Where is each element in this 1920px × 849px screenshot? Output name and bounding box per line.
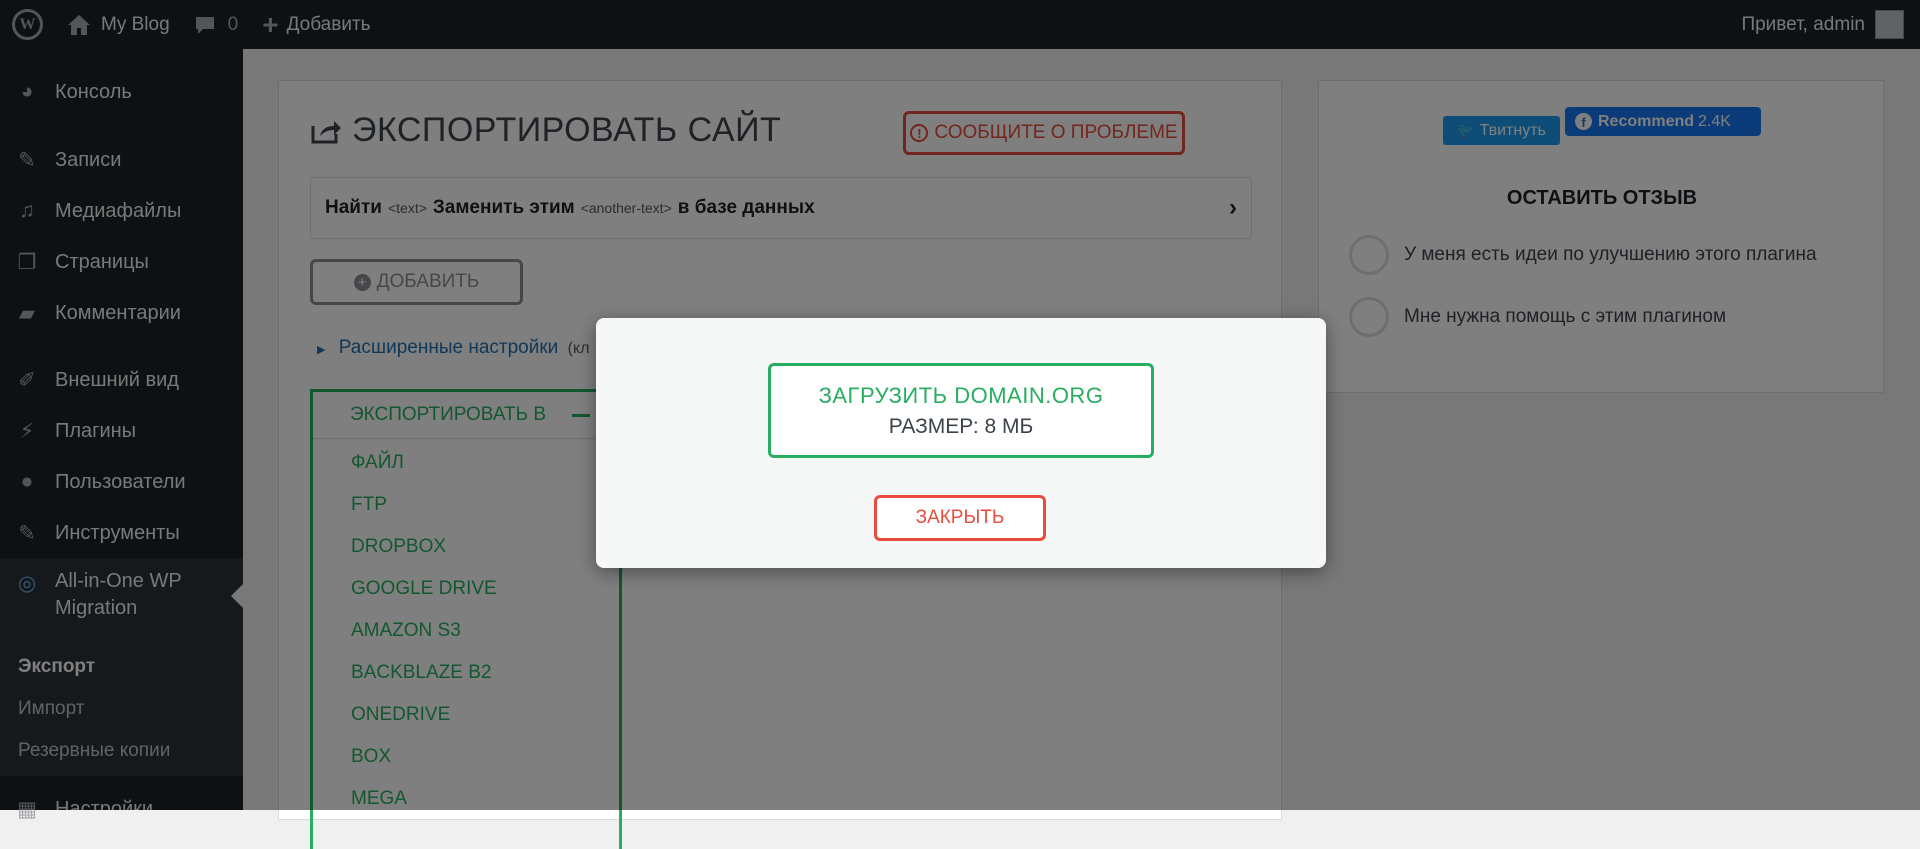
download-size: РАЗМЕР: 8 МБ bbox=[888, 414, 1034, 438]
close-button[interactable]: ЗАКРЫТЬ bbox=[874, 495, 1046, 541]
download-label: ЗАГРУЗИТЬ DOMAIN.ORG bbox=[818, 382, 1104, 408]
close-label: ЗАКРЫТЬ bbox=[915, 507, 1005, 528]
download-button[interactable]: ЗАГРУЗИТЬ DOMAIN.ORG РАЗМЕР: 8 МБ bbox=[768, 363, 1154, 458]
download-modal: ЗАГРУЗИТЬ DOMAIN.ORG РАЗМЕР: 8 МБ ЗАКРЫТ… bbox=[596, 318, 1326, 568]
